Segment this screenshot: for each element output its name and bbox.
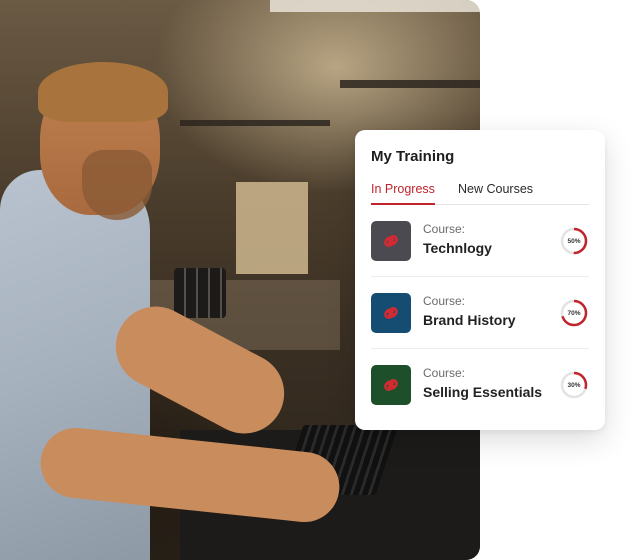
chain-link-icon bbox=[384, 379, 398, 391]
mechanic-hair bbox=[38, 62, 168, 122]
chain-link-icon bbox=[384, 235, 398, 247]
progress-ring: 50% bbox=[559, 226, 589, 256]
course-thumbnail[interactable] bbox=[371, 365, 411, 405]
oil-bottles bbox=[174, 268, 226, 318]
cardboard-box bbox=[236, 182, 308, 274]
progress-percent: 50% bbox=[567, 237, 581, 245]
chain-link-icon bbox=[384, 307, 398, 319]
shelf bbox=[340, 80, 480, 88]
card-title: My Training bbox=[371, 148, 455, 165]
progress-ring: 70% bbox=[559, 298, 589, 328]
ceiling-light bbox=[270, 0, 480, 12]
course-kicker: Course: bbox=[423, 366, 466, 380]
shelf bbox=[180, 120, 330, 126]
course-row[interactable]: Course: Selling Essentials 30% bbox=[371, 348, 589, 420]
progress-percent: 70% bbox=[567, 309, 581, 317]
course-row[interactable]: Course: Brand History 70% bbox=[371, 276, 589, 349]
tab-in-progress[interactable]: In Progress bbox=[371, 182, 435, 205]
tab-new-courses[interactable]: New Courses bbox=[458, 182, 533, 204]
course-name[interactable]: Technlogy bbox=[423, 240, 492, 256]
course-kicker: Course: bbox=[423, 222, 466, 236]
training-tabs: In Progress New Courses bbox=[371, 182, 589, 205]
progress-percent: 30% bbox=[567, 381, 581, 389]
course-thumbnail[interactable] bbox=[371, 293, 411, 333]
course-name[interactable]: Brand History bbox=[423, 312, 516, 328]
mechanic-beard bbox=[82, 150, 152, 220]
course-thumbnail[interactable] bbox=[371, 221, 411, 261]
course-name[interactable]: Selling Essentials bbox=[423, 384, 542, 400]
progress-ring: 30% bbox=[559, 370, 589, 400]
my-training-card: My Training In Progress New Courses Cour… bbox=[355, 130, 605, 430]
course-row[interactable]: Course: Technlogy 50% bbox=[371, 204, 589, 277]
course-kicker: Course: bbox=[423, 294, 466, 308]
